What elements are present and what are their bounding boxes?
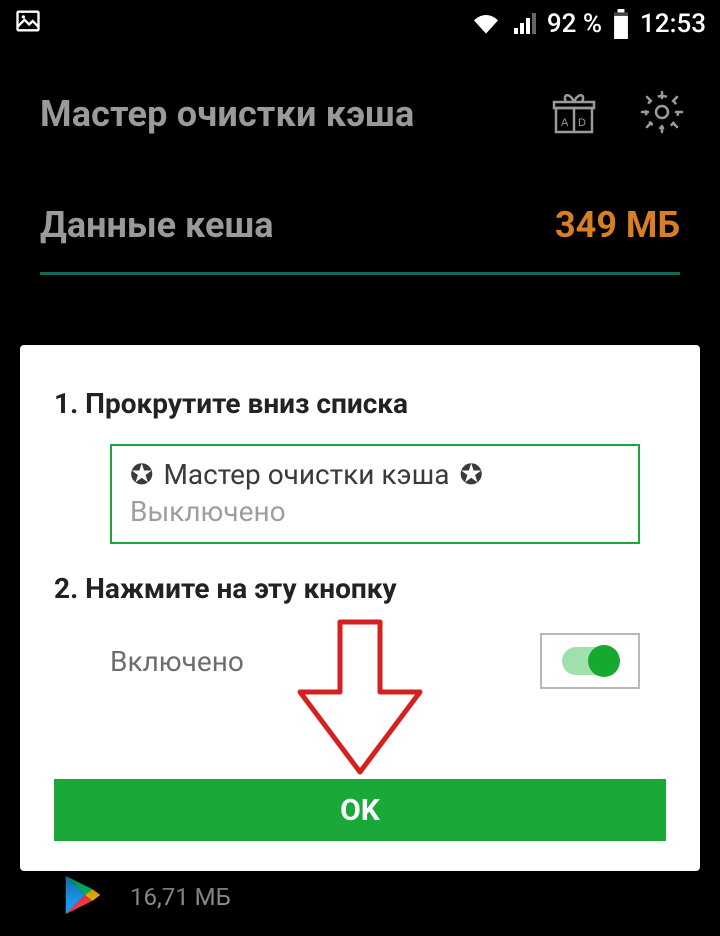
enabled-label: Включено xyxy=(110,645,244,678)
switch-on-icon xyxy=(562,647,618,675)
step1-title: 1. Прокрутите вниз списка xyxy=(54,387,666,420)
instruction-dialog: 1. Прокрутите вниз списка ✪ Мастер очист… xyxy=(20,345,700,871)
star-icon: ✪ xyxy=(460,458,483,491)
battery-icon xyxy=(612,9,630,39)
list-example-status: Выключено xyxy=(130,495,620,528)
ok-button[interactable]: OK xyxy=(54,779,666,841)
wifi-icon xyxy=(471,12,501,36)
cache-underline xyxy=(40,272,680,275)
accessibility-list-example: ✪ Мастер очистки кэша ✪ Выключено xyxy=(110,444,640,544)
app-header: Мастер очистки кэша A D xyxy=(0,48,720,180)
play-store-icon xyxy=(60,872,106,922)
status-bar: 92 % 12:53 xyxy=(0,0,720,48)
toggle-example-box xyxy=(540,633,640,689)
cache-value: 349 МБ xyxy=(555,204,680,246)
page-title: Мастер очистки кэша xyxy=(40,93,414,135)
status-time: 12:53 xyxy=(640,9,706,39)
star-icon: ✪ xyxy=(130,458,153,491)
step2-title: 2. Нажмите на эту кнопку xyxy=(54,572,666,605)
settings-gear-icon[interactable] xyxy=(638,88,686,140)
cache-data-row[interactable]: Данные кеша 349 МБ xyxy=(0,204,720,289)
status-left xyxy=(14,7,42,42)
list-example-name: Мастер очистки кэша xyxy=(163,458,449,491)
battery-percent: 92 % xyxy=(547,9,602,39)
cache-label: Данные кеша xyxy=(40,204,274,246)
gift-ad-icon[interactable]: A D xyxy=(550,88,598,140)
bg-list-item: 16,71 МБ xyxy=(60,872,231,922)
cellular-signal-icon xyxy=(511,12,537,36)
image-notification-icon xyxy=(14,7,42,42)
svg-text:A: A xyxy=(561,117,569,129)
ok-button-label: OK xyxy=(340,793,380,828)
status-right: 92 % 12:53 xyxy=(471,9,706,39)
svg-text:D: D xyxy=(578,117,586,129)
bg-item-size: 16,71 МБ xyxy=(130,883,231,912)
